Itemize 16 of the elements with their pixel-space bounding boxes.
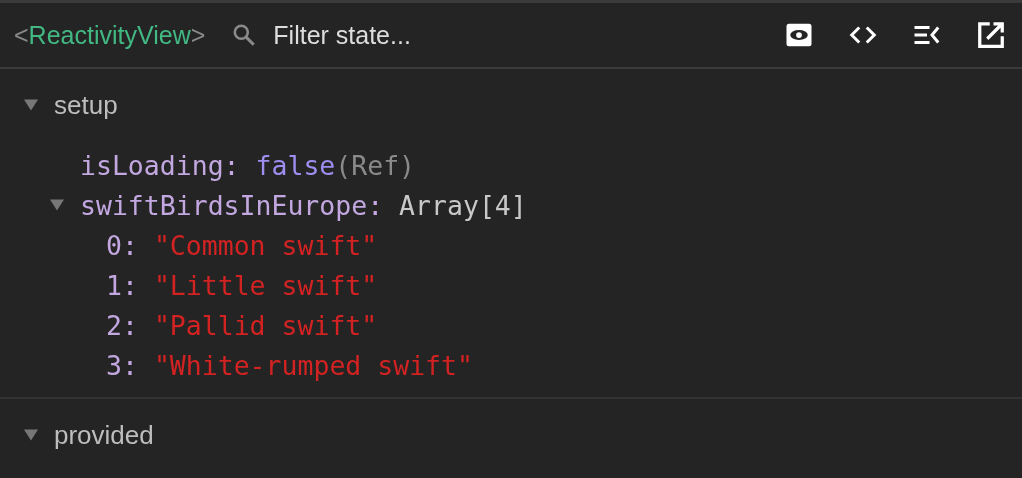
component-name: <ReactivityView>	[14, 20, 206, 50]
search-icon	[231, 22, 258, 48]
search-field[interactable]: Filter state...	[273, 20, 574, 50]
collapse-arrow-icon[interactable]	[24, 98, 38, 112]
section-title[interactable]: provided	[54, 419, 154, 451]
ref-label: (Ref)	[335, 149, 416, 181]
section-title[interactable]: setup	[54, 89, 118, 121]
array-item: 1: "Little swift"	[106, 269, 378, 301]
state-entry: isLoading: false	[80, 149, 336, 181]
array-item: 2: "Pallid swift"	[106, 309, 378, 341]
array-item: 0: "Common swift"	[106, 229, 378, 261]
state-entry[interactable]: swiftBirdsInEurope: Array[4]	[80, 189, 527, 221]
collapse-arrow-icon[interactable]	[50, 198, 64, 212]
array-item: 3: "White-rumped swift"	[106, 349, 473, 381]
external-link-button[interactable]	[976, 20, 1006, 50]
collapse-arrow-icon[interactable]	[24, 428, 38, 442]
